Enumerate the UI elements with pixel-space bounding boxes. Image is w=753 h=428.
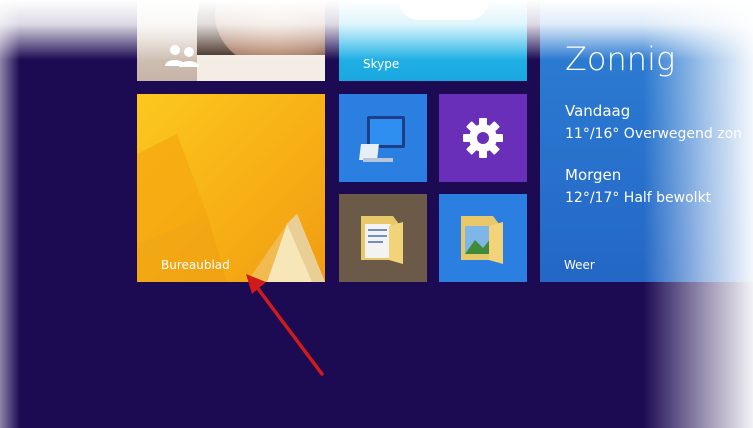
gear-icon: [463, 118, 503, 158]
left-fade-overlay: [0, 0, 20, 428]
skype-tile-label: Skype: [363, 57, 400, 71]
weather-tomorrow-label: Morgen: [565, 166, 622, 184]
skype-tile[interactable]: Skype: [339, 0, 527, 81]
weather-tile-label: Weer: [564, 258, 595, 272]
pictures-tile[interactable]: [439, 194, 527, 282]
weather-today-label: Vandaag: [565, 102, 631, 120]
pc-settings-tile[interactable]: [339, 94, 427, 182]
computer-icon: [359, 116, 405, 162]
settings-tile[interactable]: [439, 94, 527, 182]
weather-tomorrow-forecast: 12°/17° Half bewolkt: [565, 190, 712, 206]
desktop-wallpaper-graphic: [137, 134, 325, 282]
weather-today-forecast: 11°/16° Overwegend zon: [565, 126, 743, 142]
weather-condition: Zonnig: [565, 40, 676, 78]
people-icon: [165, 45, 199, 67]
weather-tile[interactable]: Zonnig Vandaag 11°/16° Overwegend zon Mo…: [540, 0, 753, 282]
photo-shirt: [197, 55, 325, 81]
people-tile[interactable]: [137, 0, 325, 81]
desktop-tile-label: Bureaublad: [161, 258, 230, 272]
skype-cloud-icon: [399, 0, 489, 20]
documents-folder-icon: [361, 216, 403, 264]
desktop-tile[interactable]: Bureaublad: [137, 94, 325, 282]
pictures-folder-icon: [461, 216, 503, 264]
documents-tile[interactable]: [339, 194, 427, 282]
annotation-arrow: [246, 274, 324, 376]
